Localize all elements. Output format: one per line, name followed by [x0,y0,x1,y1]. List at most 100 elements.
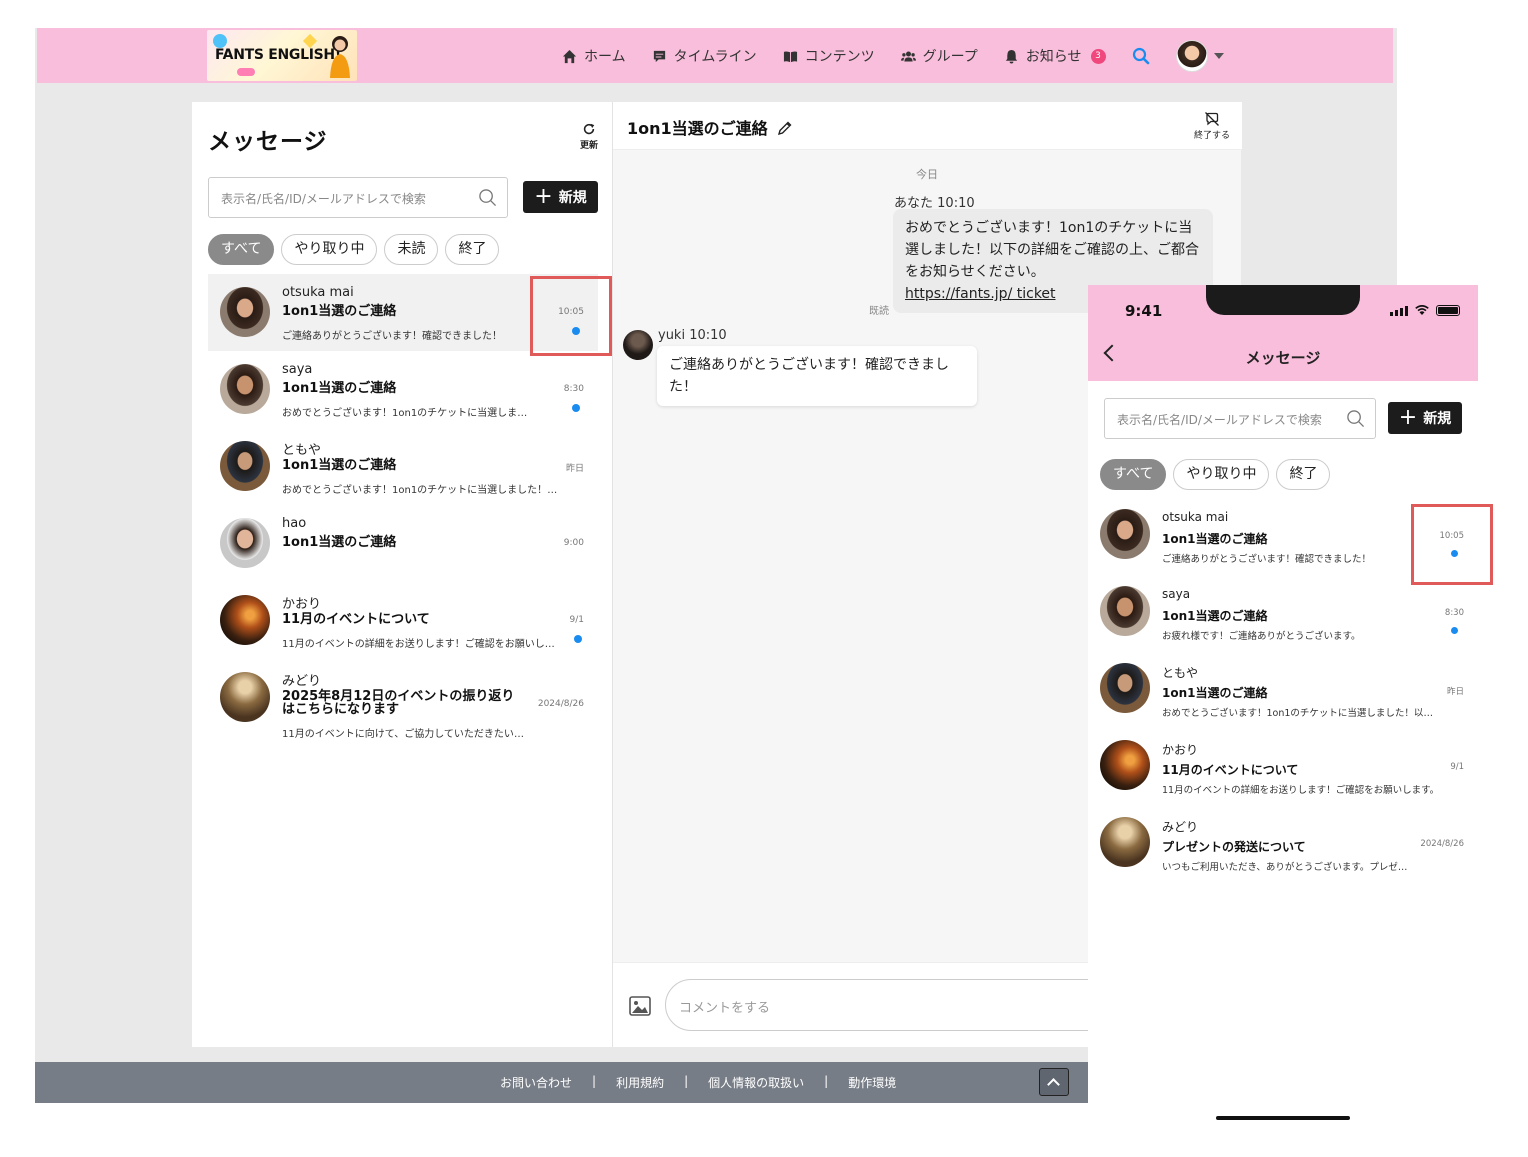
footer-link-terms[interactable]: 利用規約 [616,1074,664,1091]
mobile-search-input[interactable]: 表示名/氏名/ID/メールアドレスで検索 [1104,398,1376,439]
new-button-label: 新規 [558,190,587,206]
filter-unread[interactable]: 未読 [384,234,439,265]
conversation-name: かおり [282,597,322,612]
highlight-box [530,276,612,356]
home-indicator [1216,1116,1350,1120]
book-icon [783,50,797,62]
conversation-item[interactable]: hao 1on1当選のご連絡 9:00 [208,505,598,582]
footer-link-privacy[interactable]: 個人情報の取扱い [708,1074,804,1091]
top-navigation-bar: FANTS ENGLISH! ホーム タイムライン コンテンツ グループ お知ら… [37,28,1393,83]
refresh-button[interactable]: 更新 [580,122,598,151]
bell-icon [1005,49,1017,64]
search-placeholder: 表示名/氏名/ID/メールアドレスで検索 [1117,413,1322,427]
filter-in-progress[interactable]: やり取り中 [281,234,378,265]
footer-link-environment[interactable]: 動作環境 [848,1074,896,1091]
home-icon [562,49,577,63]
nav-timeline[interactable]: タイムライン [652,46,757,66]
footer-links: お問い合わせ | 利用規約 | 個人情報の取扱い | 動作環境 [500,1074,896,1091]
logo-text: FANTS ENGLISH! [215,47,341,63]
chevron-down-icon [1213,53,1224,59]
other-message-time: 10:10 [689,328,727,343]
avatar [1100,740,1150,790]
scroll-to-top-button[interactable] [1039,1068,1069,1096]
conversation-preview: おめでとうございます！1on1のチケットに当選しました！以下の詳細をご確認の上、… [282,408,530,419]
end-label: 終了する [1193,131,1230,141]
user-menu[interactable] [1175,40,1224,72]
conversation-item[interactable]: ともや 1on1当選のご連絡 おめでとうございます！1on1のチケットに当選しま… [208,428,598,505]
logo-decoration [302,33,318,49]
conversation-subject: 11月のイベントについて [1162,763,1299,777]
search-input[interactable]: 表示名/氏名/ID/メールアドレスで検索 [208,177,508,218]
mobile-conversation-item[interactable]: かおり 11月のイベントについて 11月のイベントの詳細をお送りします！ご確認を… [1088,740,1478,817]
conversation-name: saya [282,362,313,377]
filter-in-progress[interactable]: やり取り中 [1173,459,1270,490]
mobile-conversation-item[interactable]: ともや 1on1当選のご連絡 おめでとうございます！1on1のチケットに当選しま… [1088,663,1478,740]
conversation-subject: 2025年8月12日のイベントの振り返りはこちらになります [282,689,515,717]
conversation-subject: 1on1当選のご連絡 [1162,532,1268,546]
nav-contents[interactable]: コンテンツ [783,46,875,66]
chat-title-text: 1on1当選のご連絡 [627,119,768,138]
nav-home[interactable]: ホーム [562,46,626,66]
refresh-icon [583,123,595,135]
filter-all[interactable]: すべて [208,234,275,265]
conversation-name: otsuka mai [1162,510,1229,524]
conversation-time: 8:30 [1444,608,1464,618]
nav-group-label: グループ [922,49,978,65]
nav-search[interactable] [1132,47,1150,65]
other-message-meta: yuki 10:10 [658,328,727,343]
conversation-name: みどり [282,674,322,689]
end-conversation-button[interactable]: 終了する [1194,111,1230,141]
nav-home-label: ホーム [584,49,626,65]
conversation-subject: 1on1当選のご連絡 [282,381,397,396]
conversation-time: 2024/8/26 [537,699,584,709]
conversation-item[interactable]: かおり 11月のイベントについて 11月のイベントの詳細をお送りします！ご確認を… [208,582,598,659]
filter-closed[interactable]: 終了 [445,234,500,265]
filter-tabs: すべて やり取り中 未読 終了 [208,234,500,265]
mobile-new-message-button[interactable]: + 新規 [1388,402,1462,434]
conversation-name: かおり [1162,743,1199,757]
conversation-preview: お疲れ様です！ご連絡ありがとうございます。 [1162,631,1361,642]
comment-placeholder: コメントをする [679,1001,771,1016]
unread-dot [1451,627,1458,634]
conversation-subject: 1on1当選のご連絡 [1162,609,1268,623]
footer-link-contact[interactable]: お問い合わせ [500,1074,572,1091]
avatar [220,441,270,491]
avatar [1100,509,1150,559]
conversation-time: 9/1 [569,615,584,625]
other-sender: yuki [658,328,686,343]
conversation-item[interactable]: みどり 2025年8月12日のイベントの振り返りはこちらになります 11月のイベ… [208,659,598,749]
conversation-preview: 11月のイベントに向けて、ご協力していただきたいことがあります。 [282,729,526,740]
page-title: メッセージ [208,129,328,155]
pencil-icon[interactable] [777,120,793,136]
mobile-page-title: メッセージ [1245,349,1321,367]
nav-notifications[interactable]: お知らせ 3 [1004,46,1106,66]
search-icon [1132,47,1149,65]
ticket-link[interactable]: https://fants.jp/ ticket [905,286,1056,302]
site-logo[interactable]: FANTS ENGLISH! [207,30,357,81]
search-icon [479,189,497,207]
new-message-button[interactable]: + 新規 [523,181,598,213]
nav-group[interactable]: グループ [900,46,978,66]
phone-notch [1206,285,1360,315]
other-message-bubble: ご連絡ありがとうございます！確認できました！ [657,346,977,406]
unread-dot [574,635,582,643]
avatar [220,364,270,414]
mobile-conversation-item[interactable]: みどり プレゼントの発送について いつもご利用いただき、ありがとうございます。プ… [1088,817,1478,894]
conversation-item[interactable]: saya 1on1当選のご連絡 おめでとうございます！1on1のチケットに当選し… [208,351,598,428]
my-message-text: おめでとうございます！1on1のチケットに当選しました！以下の詳細をご確認の上、… [905,220,1199,280]
conversation-time: 9:00 [563,538,584,548]
conversation-preview: 11月のイベントの詳細をお送りします！ご確認をお願いします。 [282,639,557,650]
nav-timeline-label: タイムライン [673,49,757,65]
conversation-subject: 1on1当選のご連絡 [282,458,397,473]
image-icon[interactable] [629,996,651,1016]
search-placeholder: 表示名/氏名/ID/メールアドレスで検索 [221,192,426,206]
filter-all[interactable]: すべて [1100,459,1167,490]
read-receipt: 既読 [869,306,889,317]
day-separator: 今日 [916,168,938,181]
notification-count-badge: 3 [1090,48,1106,64]
chat-title[interactable]: 1on1当選のご連絡 [627,115,793,139]
filter-closed[interactable]: 終了 [1276,459,1331,490]
main-nav: ホーム タイムライン コンテンツ グループ お知らせ 3 [562,40,1224,72]
mobile-conversation-item[interactable]: saya 1on1当選のご連絡 お疲れ様です！ご連絡ありがとうございます。 8:… [1088,586,1478,663]
conversation-subject: 1on1当選のご連絡 [282,304,397,319]
